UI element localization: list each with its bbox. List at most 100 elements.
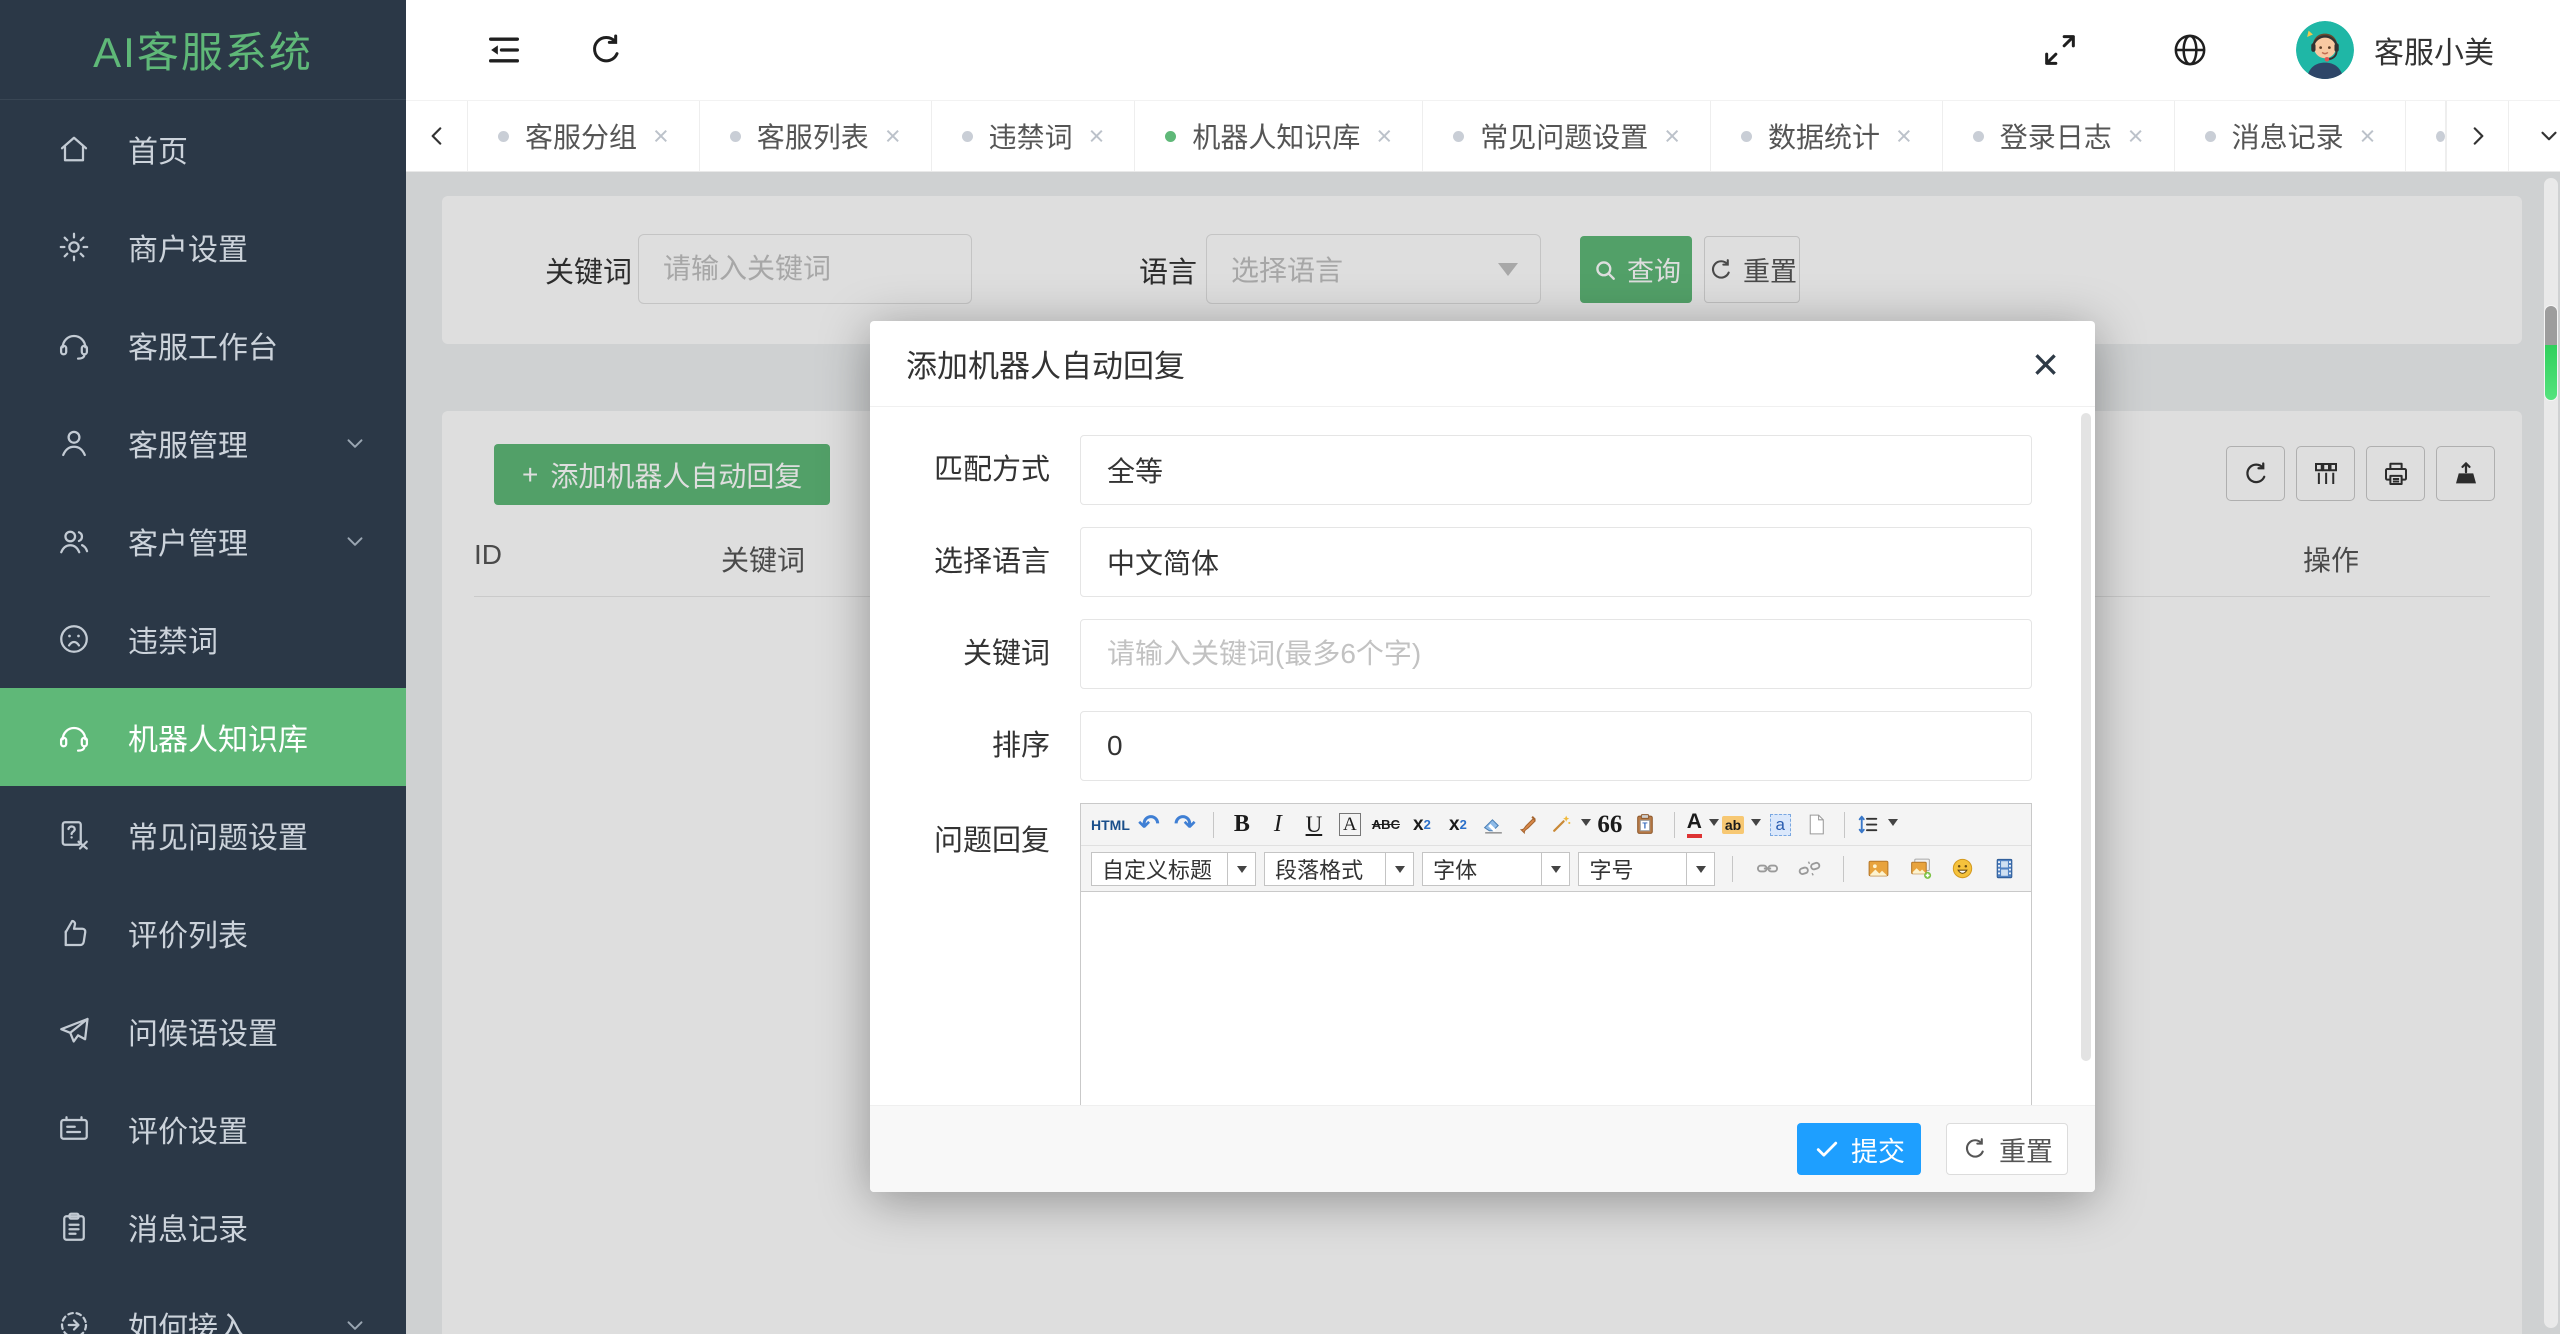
format-painter-icon[interactable]	[1513, 808, 1547, 842]
tab-agent-list[interactable]: 客服列表 ×	[700, 101, 932, 171]
font-family-select[interactable]: 字体	[1422, 851, 1571, 886]
sidebar-item-merchant-settings[interactable]: 商户设置	[0, 198, 406, 296]
sidebar-item-home[interactable]: 首页	[0, 100, 406, 198]
sidebar-item-label: 评价设置	[128, 1116, 248, 1149]
fullscreen-icon[interactable]	[2040, 30, 2080, 70]
page-scrollbar-thumb[interactable]	[2545, 306, 2557, 400]
close-icon[interactable]: ×	[1376, 122, 1392, 150]
tabs-scroll-left-icon[interactable]	[406, 101, 468, 171]
paragraph-format-select[interactable]: 段落格式	[1264, 851, 1415, 886]
reply-label: 问题回复	[933, 825, 1050, 857]
redo-icon[interactable]: ↷	[1168, 808, 1202, 842]
match-mode-select[interactable]: 全等	[1080, 435, 2032, 505]
sidebar-item-forbidden-words[interactable]: 违禁词	[0, 590, 406, 688]
superscript-icon[interactable]: x2	[1405, 808, 1439, 842]
close-icon[interactable]: ×	[2128, 122, 2144, 150]
reset-icon	[1961, 1135, 1989, 1163]
sidebar-item-robot-knowledge-base[interactable]: 机器人知识库	[0, 688, 406, 786]
keyword-input[interactable]	[1080, 619, 2032, 689]
sidebar-item-customer-management[interactable]: 客户管理	[0, 492, 406, 590]
submit-button[interactable]: 提交	[1797, 1123, 1921, 1175]
dropdown-arrow-icon	[1708, 818, 1719, 831]
chevron-down-icon	[342, 528, 368, 554]
link-icon[interactable]	[1750, 852, 1784, 886]
dropdown-arrow-icon	[1686, 852, 1714, 885]
sidebar-item-label: 客服管理	[128, 430, 248, 463]
close-icon[interactable]: ×	[653, 122, 669, 150]
tab-data-statistics[interactable]: 数据统计 ×	[1711, 101, 1943, 171]
tab-partial[interactable]	[2406, 101, 2447, 171]
modal-close-icon[interactable]: ×	[2032, 341, 2059, 387]
close-icon[interactable]: ×	[2360, 122, 2376, 150]
page-scrollbar-track[interactable]	[2544, 178, 2558, 1328]
font-size-select[interactable]: 字号	[1578, 851, 1715, 886]
modal-reset-button[interactable]: 重置	[1946, 1123, 2068, 1175]
tab-message-records[interactable]: 消息记录 ×	[2175, 101, 2407, 171]
anchor-icon[interactable]: a	[1763, 808, 1797, 842]
tab-dot	[1972, 130, 1984, 142]
new-document-icon[interactable]	[1799, 808, 1833, 842]
close-icon[interactable]: ×	[1089, 122, 1105, 150]
sidebar-item-message-records[interactable]: 消息记录	[0, 1178, 406, 1276]
sidebar-item-review-settings[interactable]: 评价设置	[0, 1080, 406, 1178]
field-sort: 排序	[870, 711, 2095, 781]
svg-text:T: T	[1643, 820, 1648, 830]
sidebar: AI客服系统 首页 商户设置 客服工作台 客服管理 客户管理 违禁词 机器人知识…	[0, 0, 406, 1334]
insert-image-icon[interactable]	[1861, 852, 1895, 886]
sidebar-item-workbench[interactable]: 客服工作台	[0, 296, 406, 394]
avatar[interactable]	[2296, 21, 2354, 79]
gear-icon	[56, 229, 92, 265]
undo-icon[interactable]: ↶	[1132, 808, 1166, 842]
font-color-icon[interactable]: A	[1686, 808, 1720, 842]
remove-format-icon[interactable]	[1477, 808, 1511, 842]
italic-icon[interactable]: I	[1261, 808, 1295, 842]
underline-icon[interactable]: U	[1297, 808, 1331, 842]
line-height-icon[interactable]	[1856, 808, 1899, 842]
submit-label: 提交	[1851, 1136, 1905, 1167]
sort-input[interactable]	[1080, 711, 2032, 781]
sidebar-item-label: 商户设置	[128, 234, 248, 267]
topbar: 客服小美	[406, 0, 2560, 100]
refresh-icon[interactable]	[586, 30, 626, 70]
tab-faq-settings[interactable]: 常见问题设置 ×	[1423, 101, 1711, 171]
tab-login-logs[interactable]: 登录日志 ×	[1943, 101, 2175, 171]
custom-title-select[interactable]: 自定义标题	[1091, 851, 1257, 886]
tab-forbidden-words[interactable]: 违禁词 ×	[932, 101, 1136, 171]
sidebar-item-agent-management[interactable]: 客服管理	[0, 394, 406, 492]
unlink-icon[interactable]	[1792, 852, 1826, 886]
sidebar-item-how-to-integrate[interactable]: 如何接入	[0, 1276, 406, 1334]
insert-multi-image-icon[interactable]	[1903, 852, 1937, 886]
close-icon[interactable]: ×	[1664, 122, 1680, 150]
bold-icon[interactable]: B	[1225, 808, 1259, 842]
dropdown-arrow-icon	[1888, 818, 1899, 831]
tab-robot-knowledge-base[interactable]: 机器人知识库 ×	[1135, 101, 1424, 171]
tab-agent-groups[interactable]: 客服分组 ×	[468, 101, 700, 171]
paste-plain-icon[interactable]: T	[1629, 808, 1663, 842]
globe-icon[interactable]	[2170, 30, 2210, 70]
field-reply: 问题回复 HTML ↶ ↷ B I U A ABC x 2 x 2 66 T A…	[870, 803, 2095, 1105]
close-icon[interactable]: ×	[1896, 122, 1912, 150]
source-code-icon[interactable]: HTML	[1091, 808, 1130, 842]
strikethrough-icon[interactable]: ABC	[1369, 808, 1403, 842]
collapse-sidebar-icon[interactable]	[484, 30, 524, 70]
user-name[interactable]: 客服小美	[2374, 28, 2494, 72]
sidebar-item-faq-settings[interactable]: 常见问题设置	[0, 786, 406, 884]
close-icon[interactable]: ×	[885, 122, 901, 150]
sidebar-item-review-list[interactable]: 评价列表	[0, 884, 406, 982]
chevron-down-icon	[342, 1312, 368, 1334]
blockquote-icon[interactable]: 66	[1593, 808, 1627, 842]
insert-video-icon[interactable]	[1987, 852, 2021, 886]
robot-headset-icon	[56, 719, 92, 755]
language-select[interactable]: 中文简体	[1080, 527, 2032, 597]
highlight-color-icon[interactable]: ab	[1721, 808, 1762, 842]
subscript-icon[interactable]: x2	[1441, 808, 1475, 842]
modal-scrollbar-thumb[interactable]	[2081, 413, 2091, 1061]
editor-content-area[interactable]	[1081, 892, 2031, 1105]
text-border-icon[interactable]: A	[1333, 808, 1367, 842]
auto-typeset-icon[interactable]	[1549, 808, 1591, 842]
emoji-icon[interactable]	[1945, 852, 1979, 886]
tabs-menu-chevron-icon[interactable]	[2508, 101, 2560, 171]
sidebar-item-greeting-settings[interactable]: 问候语设置	[0, 982, 406, 1080]
editor-toolbar-row1: HTML ↶ ↷ B I U A ABC x2 x2 66 T A ab a	[1081, 804, 2031, 846]
tabs-scroll-right-icon[interactable]	[2446, 101, 2508, 171]
